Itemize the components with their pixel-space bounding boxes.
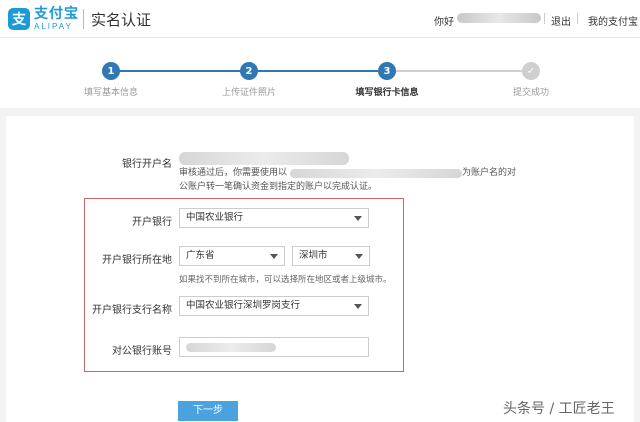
province-select[interactable]: 广东省 [179, 246, 285, 266]
chevron-down-icon [355, 254, 363, 259]
step-2-label: 上传证件照片 [221, 88, 276, 98]
step-3-number: 3 [378, 62, 396, 80]
account-name-label: 银行开户名 [122, 159, 172, 170]
chevron-down-icon [354, 216, 362, 221]
step-connector [118, 70, 246, 72]
next-step-button[interactable]: 下一步 [178, 401, 238, 421]
logo-cn-text: 支付宝 [34, 6, 79, 22]
step-3-label: 填写银行卡信息 [355, 88, 419, 98]
step-1-number: 1 [102, 62, 120, 80]
alipay-logo[interactable]: 支付宝 ALIPAY [34, 6, 79, 32]
logo-en-text: ALIPAY [34, 22, 73, 31]
masked-company-name [290, 169, 462, 178]
step-1-label: 填写基本信息 [83, 88, 138, 98]
step-connector [396, 70, 522, 72]
branch-label: 开户银行支行名称 [92, 305, 172, 316]
review-note-line1-end: 为账户名的对 [462, 168, 517, 178]
my-alipay-link[interactable]: 我的支付宝 [588, 13, 638, 28]
masked-account-name [179, 152, 349, 165]
province-select-value: 广东省 [186, 250, 215, 261]
city-select-value: 深圳市 [299, 250, 328, 261]
logout-link[interactable]: 退出 [551, 13, 571, 28]
header-separator [577, 13, 578, 24]
chevron-down-icon [354, 304, 362, 309]
bank-label: 开户银行 [132, 217, 172, 228]
branch-select[interactable]: 中国农业银行深圳罗岗支行 [179, 296, 369, 316]
logo-divider [83, 9, 84, 29]
chevron-down-icon [270, 254, 278, 259]
review-note-line2: 公账户转一笔确认资金到指定的账户以完成认证。 [179, 182, 378, 192]
location-hint: 如果找不到所在城市，可以选择所在地区或者上级城市。 [179, 275, 392, 285]
account-number-label: 对公银行账号 [112, 346, 172, 357]
step-2-number: 2 [240, 62, 258, 80]
masked-username [457, 13, 541, 23]
bank-select[interactable]: 中国农业银行 [179, 208, 369, 228]
alipay-logo-icon[interactable]: 支 [8, 8, 30, 30]
greeting-text: 你好 [434, 17, 454, 28]
step-4-label: 提交成功 [512, 88, 549, 98]
page-title: 实名认证 [91, 11, 152, 29]
bank-select-value: 中国农业银行 [186, 212, 244, 223]
location-label: 开户银行所在地 [102, 255, 172, 266]
review-note-line1-start: 审核通过后，你需要使用以 [179, 168, 288, 178]
branch-select-value: 中国农业银行深圳罗岗支行 [186, 300, 301, 311]
top-header: 支 支付宝 ALIPAY 实名认证 你好 退出 我的支付宝 [0, 0, 640, 38]
step-4-check-icon: ✓ [522, 62, 540, 80]
city-select[interactable]: 深圳市 [292, 246, 370, 266]
masked-account-number [186, 343, 276, 352]
step-connector [256, 70, 378, 72]
watermark-text: 头条号 / 工匠老王 [503, 401, 615, 417]
header-separator [544, 13, 545, 24]
